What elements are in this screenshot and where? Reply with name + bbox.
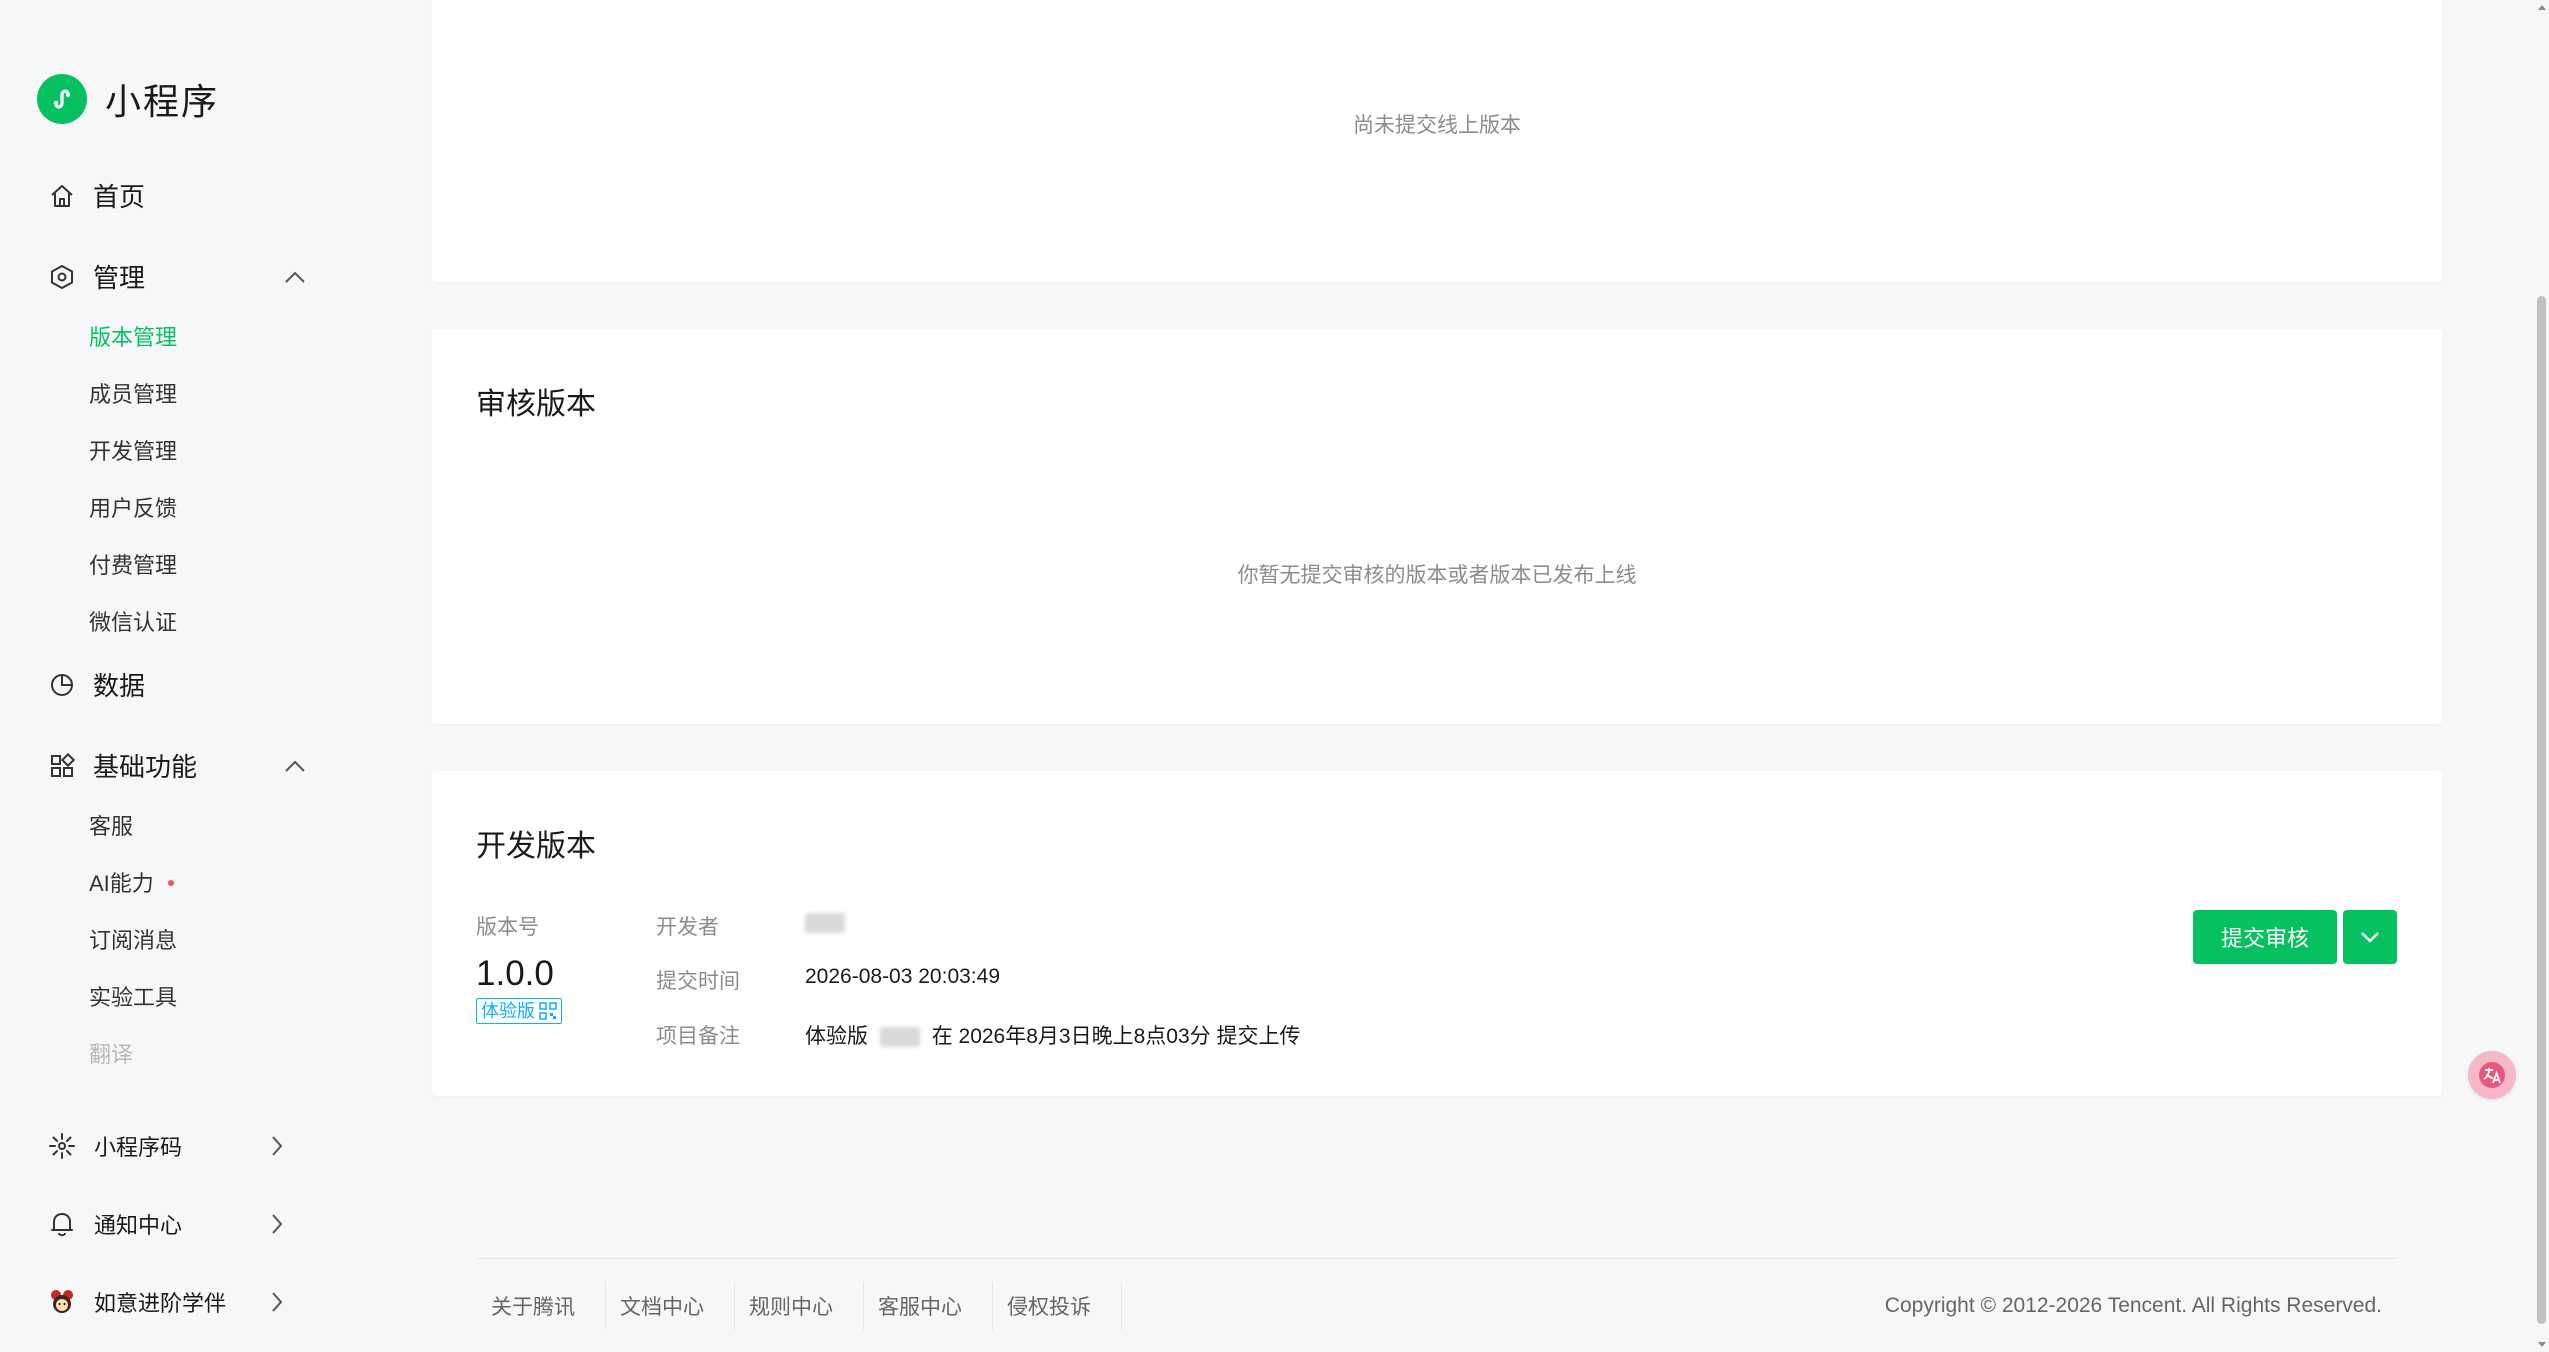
- sidebar-item-customer-service[interactable]: 客服: [89, 809, 133, 841]
- trial-version-tag[interactable]: 体验版: [476, 998, 562, 1024]
- brand[interactable]: 小程序: [37, 73, 219, 125]
- nav-basic-features[interactable]: 基础功能: [48, 747, 308, 784]
- review-version-card: 审核版本 你暂无提交审核的版本或者版本已发布上线: [432, 329, 2442, 724]
- version-label: 版本号: [476, 916, 539, 939]
- footer-link-docs[interactable]: 文档中心: [606, 1282, 735, 1330]
- sidebar-item-subscribe-message[interactable]: 订阅消息: [89, 923, 177, 955]
- nav-home[interactable]: 首页: [48, 177, 308, 214]
- settings-hexagon-icon: [48, 263, 76, 291]
- sidebar: 小程序 首页 管理 版本管理 成员管理 开发管理 用户反馈 付费管理 微信认证: [0, 0, 400, 1352]
- qrcode-icon: [539, 1002, 557, 1020]
- submit-review-button[interactable]: 提交审核: [2193, 910, 2337, 964]
- nav-data[interactable]: 数据: [48, 666, 308, 703]
- miniprogram-code-icon: [48, 1132, 76, 1160]
- note-prefix: 体验版: [805, 1025, 868, 1048]
- scroll-up-arrow-icon[interactable]: [2537, 2, 2547, 12]
- note-label: 项目备注: [656, 1025, 740, 1048]
- chevron-down-icon: [2360, 931, 2380, 943]
- developer-label: 开发者: [656, 916, 719, 939]
- note-value: 体验版 在 2026年8月3日晚上8点03分 提交上传: [805, 1020, 1300, 1050]
- dev-version-card: 开发版本 版本号 1.0.0 体验版 开发者 提交时间 2026-08-03 2…: [432, 771, 2442, 1096]
- sidebar-item-user-feedback[interactable]: 用户反馈: [89, 491, 177, 523]
- chevron-right-icon: [266, 1289, 288, 1315]
- sidebar-item-dev-manage[interactable]: 开发管理: [89, 434, 177, 466]
- sidebar-item-version-manage[interactable]: 版本管理: [89, 320, 177, 352]
- redacted-name: [879, 1027, 920, 1048]
- developer-name-redacted: [805, 911, 845, 935]
- redacted-name: [805, 913, 845, 934]
- sidebar-item-experiment-tools[interactable]: 实验工具: [89, 980, 177, 1012]
- submit-time-value: 2026-08-03 20:03:49: [805, 965, 1000, 988]
- review-card-title: 审核版本: [476, 388, 596, 421]
- avatar-icon: [48, 1288, 76, 1316]
- translate-icon: [2477, 1060, 2507, 1090]
- footer-link-rules[interactable]: 规则中心: [735, 1282, 864, 1330]
- submit-time-label: 提交时间: [656, 970, 740, 993]
- bell-icon: [48, 1210, 76, 1238]
- nav-basic-label: 基础功能: [93, 752, 198, 782]
- sidebar-item-label: AI能力: [89, 871, 154, 896]
- footer-links: 关于腾讯 文档中心 规则中心 客服中心 侵权投诉: [477, 1282, 1122, 1330]
- footer-link-support[interactable]: 客服中心: [864, 1282, 993, 1330]
- home-icon: [48, 182, 76, 210]
- scroll-thumb[interactable]: [2537, 296, 2546, 1324]
- footer-divider: [477, 1258, 2397, 1259]
- new-badge-dot: [167, 880, 174, 887]
- pie-chart-icon: [48, 671, 76, 699]
- online-empty-text: 尚未提交线上版本: [1353, 114, 1521, 137]
- brand-name: 小程序: [105, 81, 220, 122]
- nav-account-label: 如意进阶学伴: [94, 1291, 227, 1316]
- chevron-up-icon[interactable]: [282, 264, 308, 290]
- version-number: 1.0.0: [476, 954, 554, 993]
- miniprogram-logo-icon: [37, 74, 87, 124]
- app-root: 小程序 首页 管理 版本管理 成员管理 开发管理 用户反馈 付费管理 微信认证: [0, 0, 2549, 1352]
- nav-manage[interactable]: 管理: [48, 258, 308, 295]
- sidebar-item-payment-manage[interactable]: 付费管理: [89, 548, 177, 580]
- nav-miniprogram-code-label: 小程序码: [94, 1135, 183, 1160]
- nav-account[interactable]: 如意进阶学伴: [48, 1286, 288, 1318]
- scroll-down-arrow-icon[interactable]: [2537, 1340, 2547, 1350]
- nav-home-label: 首页: [93, 182, 146, 212]
- page-scrollbar[interactable]: [2535, 0, 2549, 1352]
- copyright-text: Copyright © 2012-2026 Tencent. All Right…: [1884, 1294, 2382, 1317]
- trial-tag-label: 体验版: [481, 1001, 535, 1021]
- translate-float-button[interactable]: [2468, 1051, 2516, 1099]
- review-empty-text: 你暂无提交审核的版本或者版本已发布上线: [1237, 564, 1637, 587]
- footer-link-about[interactable]: 关于腾讯: [477, 1282, 606, 1330]
- chevron-right-icon: [266, 1211, 288, 1237]
- dev-card-title: 开发版本: [476, 830, 596, 863]
- nav-data-label: 数据: [93, 671, 146, 701]
- sidebar-item-ai-capability[interactable]: AI能力: [89, 866, 174, 898]
- sidebar-item-translate: 翻译: [89, 1042, 134, 1067]
- nav-miniprogram-code[interactable]: 小程序码: [48, 1130, 288, 1162]
- sidebar-item-wechat-verify[interactable]: 微信认证: [89, 605, 177, 637]
- nav-manage-label: 管理: [93, 263, 146, 293]
- grid-apps-icon: [48, 752, 76, 780]
- sidebar-item-member-manage[interactable]: 成员管理: [89, 377, 177, 409]
- note-suffix: 在 2026年8月3日晚上8点03分 提交上传: [931, 1025, 1301, 1048]
- chevron-up-icon[interactable]: [282, 753, 308, 779]
- online-version-card: 尚未提交线上版本: [432, 0, 2442, 282]
- nav-notification-center[interactable]: 通知中心: [48, 1208, 288, 1240]
- nav-notification-label: 通知中心: [94, 1213, 183, 1238]
- chevron-right-icon: [266, 1133, 288, 1159]
- footer-link-infringement[interactable]: 侵权投诉: [993, 1282, 1122, 1330]
- more-actions-button[interactable]: [2343, 910, 2397, 964]
